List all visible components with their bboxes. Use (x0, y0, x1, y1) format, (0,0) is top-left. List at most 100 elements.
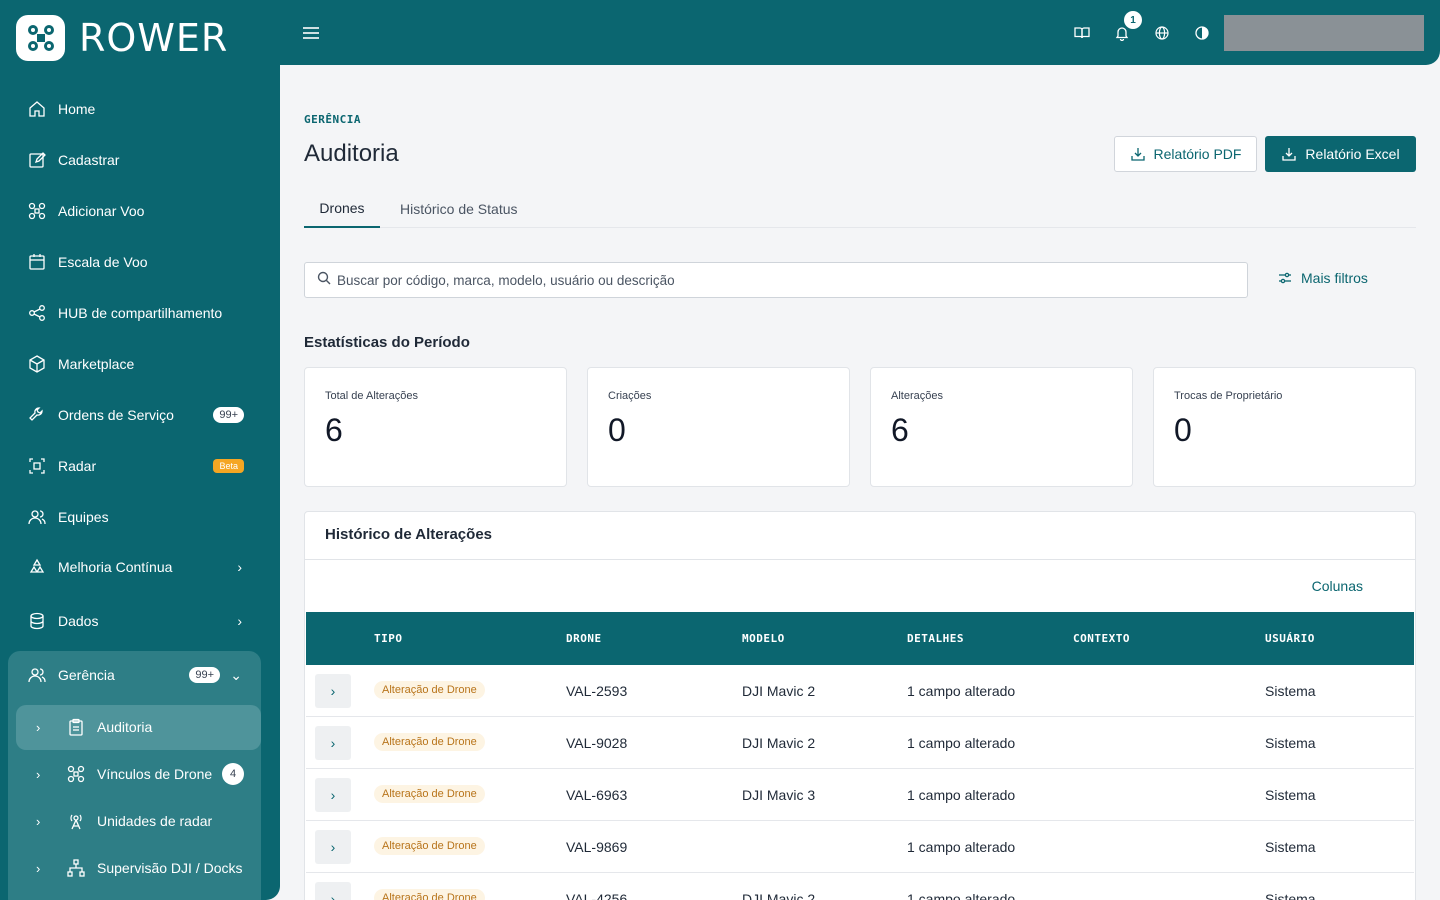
cell-detalhes: 1 campo alterado (907, 839, 1016, 855)
bell-icon[interactable]: 1 (1112, 11, 1142, 43)
tab-historico-de-status[interactable]: Histórico de Status (400, 190, 518, 228)
drone-icon (67, 765, 85, 783)
sidebar-item-escala-de-voo[interactable]: Escala de Voo (28, 247, 252, 277)
more-filters-label: Mais filtros (1301, 270, 1368, 286)
sidebar-item-vinculos-de-drone[interactable]: › Vínculos de Drone 4 (36, 762, 248, 786)
chevron-right-icon: › (36, 860, 41, 876)
team-icon (28, 666, 46, 684)
search-input[interactable] (337, 272, 1217, 288)
column-header-modelo[interactable]: MODELO (742, 632, 785, 645)
table-row[interactable]: › Alteração de Drone VAL-9028 DJI Mavic … (306, 717, 1414, 769)
sidebar-item-equipes[interactable]: Equipes (28, 502, 252, 532)
expand-row-button[interactable]: › (315, 882, 351, 900)
search-box (304, 262, 1248, 298)
radar-icon (28, 457, 46, 475)
sidebar-item-melhoria-continua[interactable]: Melhoria Contínua › (28, 552, 252, 582)
sidebar-item-adicionar-voo[interactable]: Adicionar Voo (28, 196, 252, 226)
column-header-detalhes[interactable]: DETALHES (907, 632, 964, 645)
stat-label: Criações (608, 390, 652, 402)
drone-logo-icon (16, 15, 65, 61)
sidebar-item-label: Gerência (58, 667, 115, 683)
sliders-icon (1278, 271, 1292, 285)
divider (305, 559, 1415, 560)
column-header-drone[interactable]: DRONE (566, 632, 602, 645)
stats-title: Estatísticas do Período (304, 334, 470, 351)
sidebar-item-label: Escala de Voo (58, 254, 148, 270)
sidebar-item-label: Adicionar Voo (58, 203, 145, 219)
sidebar-item-supervisao-dji[interactable]: › Supervisão DJI / Docks (36, 856, 248, 880)
cell-modelo: DJI Mavic 3 (742, 787, 816, 803)
page-title: Auditoria (304, 140, 399, 167)
chevron-down-icon: ⌄ (230, 666, 242, 683)
table-header: TIPO DRONE MODELO DETALHES CONTEXTO USUÁ… (306, 612, 1414, 665)
stat-card-trocas: Trocas de Proprietário 0 (1153, 367, 1416, 487)
team-icon (28, 508, 46, 526)
stat-value: 0 (608, 412, 626, 448)
download-icon (1130, 146, 1146, 162)
logo[interactable]: ROWER (16, 15, 228, 61)
sidebar-item-unidades-de-radar[interactable]: › Unidades de radar (36, 809, 248, 833)
sidebar-item-marketplace[interactable]: Marketplace (28, 349, 252, 379)
antenna-icon (67, 812, 85, 830)
tab-bar: Drones Histórico de Status (304, 190, 1416, 228)
expand-row-button[interactable]: › (315, 674, 351, 708)
database-icon (28, 612, 46, 630)
cell-detalhes: 1 campo alterado (907, 891, 1016, 900)
type-tag: Alteração de Drone (374, 889, 485, 900)
cell-usuario: Sistema (1265, 839, 1316, 855)
more-filters-button[interactable]: Mais filtros (1278, 270, 1368, 286)
tab-drones[interactable]: Drones (304, 190, 380, 228)
column-header-tipo[interactable]: TIPO (374, 632, 403, 645)
breadcrumb: GERÊNCIA (304, 113, 361, 126)
globe-icon[interactable] (1152, 23, 1172, 43)
sidebar-item-label: Marketplace (58, 356, 135, 372)
book-icon[interactable] (1072, 23, 1092, 43)
columns-button[interactable]: Colunas (1312, 578, 1363, 594)
sidebar-item-ordens-de-servico[interactable]: Ordens de Serviço 99+ (28, 400, 252, 430)
sidebar-item-label: Radar (58, 458, 97, 474)
sidebar-item-label: Dados (58, 613, 99, 629)
history-panel: Histórico de Alterações Colunas TIPO DRO… (304, 511, 1416, 900)
stat-value: 6 (891, 412, 909, 448)
sidebar-group-gerencia-header[interactable]: Gerência 99+ ⌄ (28, 660, 252, 690)
logo-text: ROWER (79, 16, 229, 60)
type-tag: Alteração de Drone (374, 837, 485, 855)
expand-row-button[interactable]: › (315, 778, 351, 812)
sidebar-item-label: Equipes (58, 509, 109, 525)
type-tag: Alteração de Drone (374, 681, 485, 699)
sidebar-item-dados[interactable]: Dados › (28, 606, 252, 636)
sidebar-item-label: Home (58, 101, 96, 117)
expand-row-button[interactable]: › (315, 830, 351, 864)
cell-drone: VAL-4256 (566, 891, 628, 900)
sidebar-item-hub[interactable]: HUB de compartilhamento (28, 298, 252, 328)
user-menu[interactable] (1224, 15, 1424, 51)
sidebar-item-label: Melhoria Contínua (58, 559, 173, 575)
sidebar-item-cadastrar[interactable]: Cadastrar (28, 145, 252, 175)
beta-badge: Beta (213, 459, 244, 473)
box-icon (28, 355, 46, 373)
sidebar-item-label: Cadastrar (58, 152, 120, 168)
share-icon (28, 304, 46, 322)
clipboard-icon (67, 718, 85, 736)
expand-row-button[interactable]: › (315, 726, 351, 760)
chevron-right-icon: › (237, 613, 242, 629)
table-row[interactable]: › Alteração de Drone VAL-2593 DJI Mavic … (306, 665, 1414, 717)
pdf-report-button[interactable]: Relatório PDF (1114, 136, 1257, 172)
table-row[interactable]: › Alteração de Drone VAL-6963 DJI Mavic … (306, 769, 1414, 821)
contrast-icon[interactable] (1192, 23, 1212, 43)
sidebar-item-radar[interactable]: Radar Beta (28, 451, 252, 481)
sidebar-item-label: Unidades de radar (97, 813, 213, 829)
column-header-usuario[interactable]: USUÁRIO (1265, 632, 1315, 645)
table-row[interactable]: › Alteração de Drone VAL-9869 1 campo al… (306, 821, 1414, 873)
sidebar-item-label: Auditoria (97, 719, 153, 735)
menu-icon[interactable] (300, 22, 322, 44)
stat-value: 0 (1174, 412, 1192, 448)
cell-drone: VAL-9869 (566, 839, 628, 855)
column-header-contexto[interactable]: CONTEXTO (1073, 632, 1130, 645)
sidebar-item-auditoria[interactable]: › Auditoria (36, 715, 248, 739)
cell-detalhes: 1 campo alterado (907, 683, 1016, 699)
excel-report-button[interactable]: Relatório Excel (1265, 136, 1416, 172)
sidebar-item-home[interactable]: Home (28, 94, 252, 124)
search-icon (317, 271, 331, 290)
table-row[interactable]: › Alteração de Drone VAL-4256 DJI Mavic … (306, 873, 1414, 900)
